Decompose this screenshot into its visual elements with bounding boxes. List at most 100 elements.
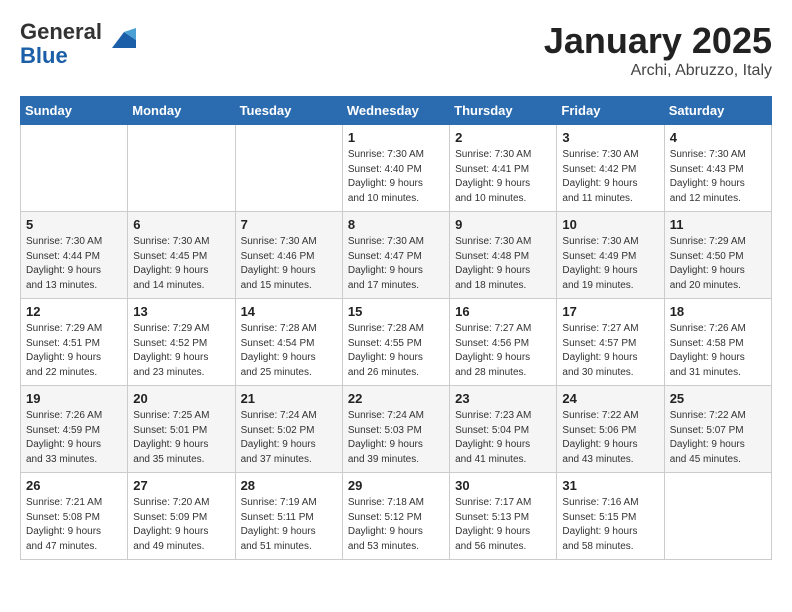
- day-info: Sunrise: 7:28 AM Sunset: 4:55 PM Dayligh…: [348, 322, 444, 380]
- day-info: Sunrise: 7:21 AM Sunset: 5:08 PM Dayligh…: [26, 496, 122, 554]
- day-info: Sunrise: 7:23 AM Sunset: 5:04 PM Dayligh…: [455, 409, 551, 467]
- logo-blue: Blue: [20, 43, 68, 68]
- calendar-cell: 5 Sunrise: 7:30 AM Sunset: 4:44 PM Daylig…: [21, 212, 128, 299]
- calendar-cell: 30Sunrise: 7:17 AM Sunset: 5:13 PM Dayli…: [450, 473, 557, 560]
- logo: General Blue: [20, 20, 136, 68]
- location-title: Archi, Abruzzo, Italy: [544, 62, 772, 80]
- day-number: 20: [133, 391, 229, 406]
- calendar-cell: 29 Sunrise: 7:18 AM Sunset: 5:12 PM Dayli…: [342, 473, 449, 560]
- day-info: Sunrise: 7:30 AM Sunset: 4:46 PM Dayligh…: [241, 235, 337, 293]
- day-info: Sunrise: 7:29 AM Sunset: 4:50 PM Dayligh…: [670, 235, 766, 293]
- day-info: Sunrise: 7:24 AM Sunset: 5:02 PM Dayligh…: [241, 409, 337, 467]
- calendar-cell: 16Sunrise: 7:27 AM Sunset: 4:56 PM Dayli…: [450, 299, 557, 386]
- calendar-cell: 14 Sunrise: 7:28 AM Sunset: 4:54 PM Dayli…: [235, 299, 342, 386]
- day-number: 8: [348, 217, 444, 232]
- calendar-week-row: 1Sunrise: 7:30 AM Sunset: 4:40 PM Daylig…: [21, 125, 772, 212]
- day-info: Sunrise: 7:30 AM Sunset: 4:49 PM Dayligh…: [562, 235, 658, 293]
- calendar-week-row: 5 Sunrise: 7:30 AM Sunset: 4:44 PM Daylig…: [21, 212, 772, 299]
- day-number: 25: [670, 391, 766, 406]
- calendar-cell: 12Sunrise: 7:29 AM Sunset: 4:51 PM Dayli…: [21, 299, 128, 386]
- day-number: 6: [133, 217, 229, 232]
- day-number: 13: [133, 304, 229, 319]
- day-info: Sunrise: 7:27 AM Sunset: 4:56 PM Dayligh…: [455, 322, 551, 380]
- calendar-cell: 26 Sunrise: 7:21 AM Sunset: 5:08 PM Dayli…: [21, 473, 128, 560]
- calendar-cell: 4 Sunrise: 7:30 AM Sunset: 4:43 PM Daylig…: [664, 125, 771, 212]
- day-number: 7: [241, 217, 337, 232]
- day-info: Sunrise: 7:16 AM Sunset: 5:15 PM Dayligh…: [562, 496, 658, 554]
- calendar-cell: 9Sunrise: 7:30 AM Sunset: 4:48 PM Daylig…: [450, 212, 557, 299]
- calendar-cell: 15 Sunrise: 7:28 AM Sunset: 4:55 PM Dayli…: [342, 299, 449, 386]
- title-block: January 2025 Archi, Abruzzo, Italy: [544, 20, 772, 80]
- day-number: 19: [26, 391, 122, 406]
- logo-general: General: [20, 19, 102, 44]
- calendar-cell: 2 Sunrise: 7:30 AM Sunset: 4:41 PM Daylig…: [450, 125, 557, 212]
- calendar-cell: 21 Sunrise: 7:24 AM Sunset: 5:02 PM Dayli…: [235, 386, 342, 473]
- calendar-table: SundayMondayTuesdayWednesdayThursdayFrid…: [20, 96, 772, 560]
- day-number: 15: [348, 304, 444, 319]
- day-info: Sunrise: 7:30 AM Sunset: 4:47 PM Dayligh…: [348, 235, 444, 293]
- day-info: Sunrise: 7:22 AM Sunset: 5:06 PM Dayligh…: [562, 409, 658, 467]
- calendar-cell: 8 Sunrise: 7:30 AM Sunset: 4:47 PM Daylig…: [342, 212, 449, 299]
- day-number: 14: [241, 304, 337, 319]
- day-number: 21: [241, 391, 337, 406]
- day-info: Sunrise: 7:25 AM Sunset: 5:01 PM Dayligh…: [133, 409, 229, 467]
- day-number: 10: [562, 217, 658, 232]
- weekday-header-thursday: Thursday: [450, 97, 557, 125]
- calendar-cell: [21, 125, 128, 212]
- day-number: 17: [562, 304, 658, 319]
- day-number: 30: [455, 478, 551, 493]
- day-number: 9: [455, 217, 551, 232]
- day-info: Sunrise: 7:30 AM Sunset: 4:44 PM Dayligh…: [26, 235, 122, 293]
- calendar-cell: 3 Sunrise: 7:30 AM Sunset: 4:42 PM Daylig…: [557, 125, 664, 212]
- day-info: Sunrise: 7:26 AM Sunset: 4:58 PM Dayligh…: [670, 322, 766, 380]
- day-number: 27: [133, 478, 229, 493]
- calendar-cell: [235, 125, 342, 212]
- day-info: Sunrise: 7:27 AM Sunset: 4:57 PM Dayligh…: [562, 322, 658, 380]
- calendar-cell: 20 Sunrise: 7:25 AM Sunset: 5:01 PM Dayli…: [128, 386, 235, 473]
- calendar-cell: 13 Sunrise: 7:29 AM Sunset: 4:52 PM Dayli…: [128, 299, 235, 386]
- day-info: Sunrise: 7:18 AM Sunset: 5:12 PM Dayligh…: [348, 496, 444, 554]
- day-info: Sunrise: 7:22 AM Sunset: 5:07 PM Dayligh…: [670, 409, 766, 467]
- day-info: Sunrise: 7:29 AM Sunset: 4:52 PM Dayligh…: [133, 322, 229, 380]
- day-number: 2: [455, 130, 551, 145]
- calendar-cell: [128, 125, 235, 212]
- calendar-cell: 17 Sunrise: 7:27 AM Sunset: 4:57 PM Dayli…: [557, 299, 664, 386]
- calendar-cell: 7 Sunrise: 7:30 AM Sunset: 4:46 PM Daylig…: [235, 212, 342, 299]
- logo-icon: [104, 24, 136, 56]
- day-info: Sunrise: 7:29 AM Sunset: 4:51 PM Dayligh…: [26, 322, 122, 380]
- day-number: 23: [455, 391, 551, 406]
- calendar-cell: [664, 473, 771, 560]
- month-title: January 2025: [544, 20, 772, 62]
- day-info: Sunrise: 7:26 AM Sunset: 4:59 PM Dayligh…: [26, 409, 122, 467]
- day-number: 11: [670, 217, 766, 232]
- day-number: 26: [26, 478, 122, 493]
- day-number: 4: [670, 130, 766, 145]
- calendar-week-row: 12Sunrise: 7:29 AM Sunset: 4:51 PM Dayli…: [21, 299, 772, 386]
- day-info: Sunrise: 7:24 AM Sunset: 5:03 PM Dayligh…: [348, 409, 444, 467]
- weekday-header-friday: Friday: [557, 97, 664, 125]
- weekday-header-sunday: Sunday: [21, 97, 128, 125]
- calendar-week-row: 19 Sunrise: 7:26 AM Sunset: 4:59 PM Dayli…: [21, 386, 772, 473]
- calendar-cell: 18 Sunrise: 7:26 AM Sunset: 4:58 PM Dayli…: [664, 299, 771, 386]
- calendar-cell: 27Sunrise: 7:20 AM Sunset: 5:09 PM Dayli…: [128, 473, 235, 560]
- calendar-cell: 22 Sunrise: 7:24 AM Sunset: 5:03 PM Dayli…: [342, 386, 449, 473]
- day-number: 5: [26, 217, 122, 232]
- day-info: Sunrise: 7:30 AM Sunset: 4:42 PM Dayligh…: [562, 148, 658, 206]
- page-header: General Blue January 2025 Archi, Abruzzo…: [20, 20, 772, 80]
- calendar-cell: 28Sunrise: 7:19 AM Sunset: 5:11 PM Dayli…: [235, 473, 342, 560]
- day-number: 29: [348, 478, 444, 493]
- calendar-cell: 10 Sunrise: 7:30 AM Sunset: 4:49 PM Dayli…: [557, 212, 664, 299]
- day-number: 28: [241, 478, 337, 493]
- day-number: 22: [348, 391, 444, 406]
- day-number: 3: [562, 130, 658, 145]
- day-number: 24: [562, 391, 658, 406]
- weekday-header-saturday: Saturday: [664, 97, 771, 125]
- day-number: 18: [670, 304, 766, 319]
- calendar-cell: 6Sunrise: 7:30 AM Sunset: 4:45 PM Daylig…: [128, 212, 235, 299]
- weekday-header-monday: Monday: [128, 97, 235, 125]
- day-info: Sunrise: 7:30 AM Sunset: 4:41 PM Dayligh…: [455, 148, 551, 206]
- calendar-cell: 25 Sunrise: 7:22 AM Sunset: 5:07 PM Dayli…: [664, 386, 771, 473]
- calendar-cell: 23 Sunrise: 7:23 AM Sunset: 5:04 PM Dayli…: [450, 386, 557, 473]
- day-info: Sunrise: 7:30 AM Sunset: 4:43 PM Dayligh…: [670, 148, 766, 206]
- day-info: Sunrise: 7:28 AM Sunset: 4:54 PM Dayligh…: [241, 322, 337, 380]
